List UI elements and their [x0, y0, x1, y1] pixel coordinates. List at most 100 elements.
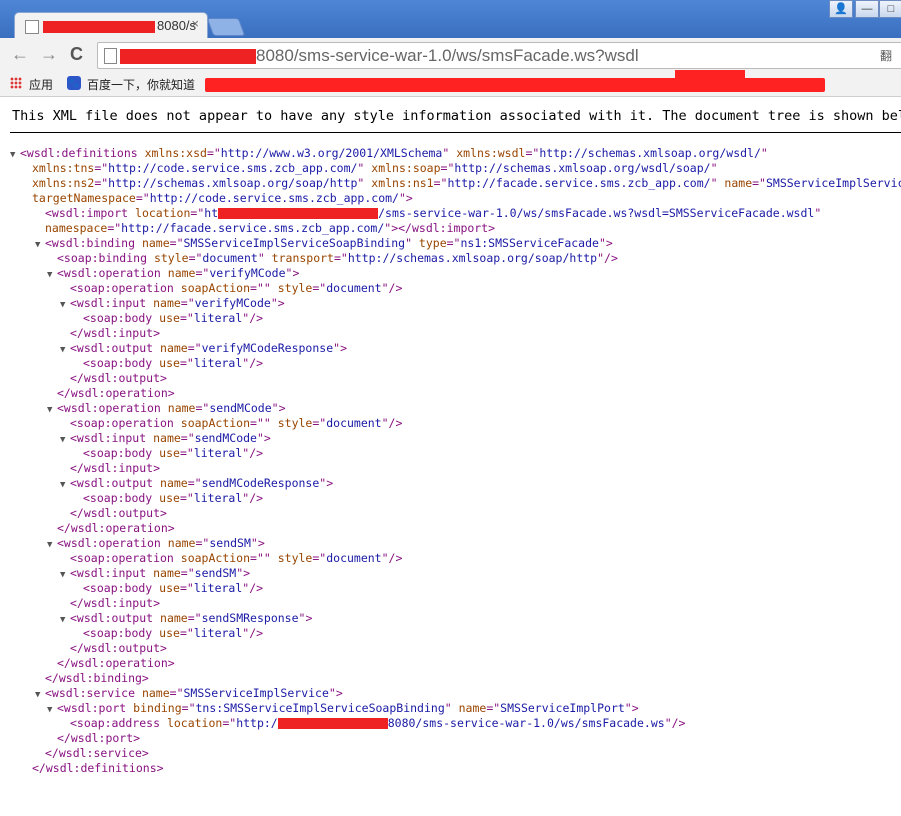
user-icon[interactable]: 👤 [829, 0, 853, 18]
collapse-toggle-icon[interactable]: ▼ [35, 688, 45, 703]
xml-value: verifyMCode [209, 266, 286, 280]
xml-attribute: name [153, 296, 181, 310]
xml-tag: =" [312, 416, 327, 430]
xml-tag: </wsdl:binding> [45, 671, 149, 685]
xml-tag: =" [195, 401, 210, 415]
new-tab-button[interactable] [206, 18, 246, 36]
apps-grid-icon[interactable] [10, 77, 22, 89]
xml-tag: ="" [250, 281, 278, 295]
xml-line: ▼ <wsdl:binding name="SMSServiceImplServi… [0, 236, 901, 251]
xml-value: sendSM [209, 536, 251, 550]
xml-attribute: targetNamespace [32, 191, 136, 205]
xml-tag: "/> [664, 716, 686, 730]
xml-attribute: use [159, 491, 180, 505]
collapse-toggle-icon[interactable]: ▼ [47, 538, 57, 553]
xml-value: literal [193, 626, 243, 640]
xml-tag: "> [285, 266, 300, 280]
collapse-toggle-icon[interactable]: ▼ [47, 703, 57, 718]
collapse-toggle-icon[interactable]: ▼ [60, 433, 70, 448]
xml-tag: "/> [242, 626, 264, 640]
xml-tag: =" [94, 161, 109, 175]
xml-tag: =" [180, 566, 195, 580]
xml-attribute: name [153, 566, 181, 580]
reload-icon[interactable]: C [70, 44, 83, 65]
xml-attribute: soapAction [180, 551, 251, 565]
xml-line: xmlns:ns2="http://schemas.xmlsoap.org/so… [0, 176, 901, 191]
bookmark-apps[interactable]: 应用 [29, 76, 53, 93]
minimize-button[interactable]: — [855, 0, 879, 18]
xml-line: </wsdl:operation> [0, 521, 901, 536]
xml-tag: "/> [242, 311, 264, 325]
xml-value: literal [193, 446, 243, 460]
xml-tag: =" [180, 296, 195, 310]
collapse-toggle-icon[interactable]: ▼ [60, 568, 70, 583]
xml-tag: <wsdl:output [70, 611, 161, 625]
tab-title: 8080/s [43, 18, 196, 33]
xml-tag: " [442, 146, 457, 160]
redaction-mark [675, 70, 745, 80]
xml-line: </wsdl:output> [0, 506, 901, 521]
page-icon [104, 48, 117, 64]
redaction-mark [120, 49, 256, 65]
collapse-toggle-icon[interactable]: ▼ [60, 613, 70, 628]
xml-line: </wsdl:output> [0, 641, 901, 656]
xml-attribute: name [141, 236, 170, 250]
back-arrow-icon[interactable]: ← [11, 44, 29, 65]
xml-line: ▼ <wsdl:operation name="sendMCode"> [0, 401, 901, 416]
xml-line: <soap:binding style="document" transport… [0, 251, 901, 266]
collapse-toggle-icon[interactable]: ▼ [10, 148, 20, 163]
xml-tag: =" [179, 491, 194, 505]
translate-icon[interactable]: 翻 [880, 47, 892, 64]
browser-tab[interactable]: 8080/s × [14, 12, 208, 39]
address-bar[interactable]: 8080/sms-service-war-1.0/ws/smsFacade.ws… [97, 42, 901, 69]
xml-tag: ="" [250, 416, 278, 430]
title-bar: 8080/s × 👤 — □ [0, 0, 901, 39]
xml-line: xmlns:tns="http://code.service.sms.zcb_a… [0, 161, 901, 176]
xml-tag: =" [179, 626, 194, 640]
xml-tag: =" [179, 581, 194, 595]
xml-tag: =" [312, 281, 327, 295]
xml-attribute: xmlns:ns1 [371, 176, 434, 190]
xml-tag: </wsdl:port> [57, 731, 141, 745]
divider [10, 132, 901, 133]
xml-tag: =" [187, 476, 202, 490]
xml-tag: =" [195, 266, 210, 280]
xml-tag: "> [333, 341, 347, 355]
xml-line: </wsdl:operation> [0, 656, 901, 671]
forward-arrow-icon[interactable]: → [40, 44, 58, 65]
xml-line: </wsdl:input> [0, 461, 901, 476]
collapse-toggle-icon[interactable]: ▼ [47, 403, 57, 418]
xml-tag: <wsdl:binding [45, 236, 142, 250]
xml-tag: =" [135, 191, 150, 205]
url-suffix: 8080/sms-service-war-1.0/ws/smsFacade.ws… [256, 46, 639, 65]
collapse-toggle-icon[interactable]: ▼ [60, 343, 70, 358]
bookmark-baidu[interactable]: 百度一下，你就知道 [87, 76, 195, 93]
collapse-toggle-icon[interactable]: ▼ [47, 268, 57, 283]
collapse-toggle-icon[interactable]: ▼ [60, 478, 70, 493]
xml-tag: </wsdl:definitions> [32, 761, 164, 775]
xml-value: literal [193, 491, 243, 505]
xml-value: http://code.service.sms.zcb_app.com/ [108, 161, 358, 175]
xml-tag: =" [94, 176, 109, 190]
xml-value: http://code.service.sms.zcb_app.com/ [149, 191, 399, 205]
xml-tag: "/> [381, 416, 403, 430]
xml-tag: =" [169, 236, 184, 250]
redaction-mark [277, 718, 388, 729]
collapse-toggle-icon[interactable]: ▼ [60, 298, 70, 313]
xml-line: </wsdl:operation> [0, 386, 901, 401]
xml-tag: <wsdl:port [57, 701, 134, 715]
xml-tag: =" [486, 701, 501, 715]
collapse-toggle-icon[interactable]: ▼ [35, 238, 45, 253]
xml-value: SMSServiceImplServiceSoapBinding [183, 236, 406, 250]
xml-value: http://schemas.xmlsoap.org/soap/http [108, 176, 358, 190]
tab-close-icon[interactable]: × [191, 16, 199, 31]
xml-tag: <wsdl:input [70, 431, 154, 445]
xml-tag: =" [187, 341, 202, 355]
xml-tag: =" [433, 176, 448, 190]
xml-tag: "/> [242, 581, 264, 595]
xml-value: SMSServiceImplService [765, 176, 901, 190]
xml-tag: "> [598, 236, 613, 250]
xml-value: sendMCode [194, 431, 257, 445]
restore-button[interactable]: □ [879, 0, 901, 18]
xml-attribute: xmlns:tns [32, 161, 95, 175]
